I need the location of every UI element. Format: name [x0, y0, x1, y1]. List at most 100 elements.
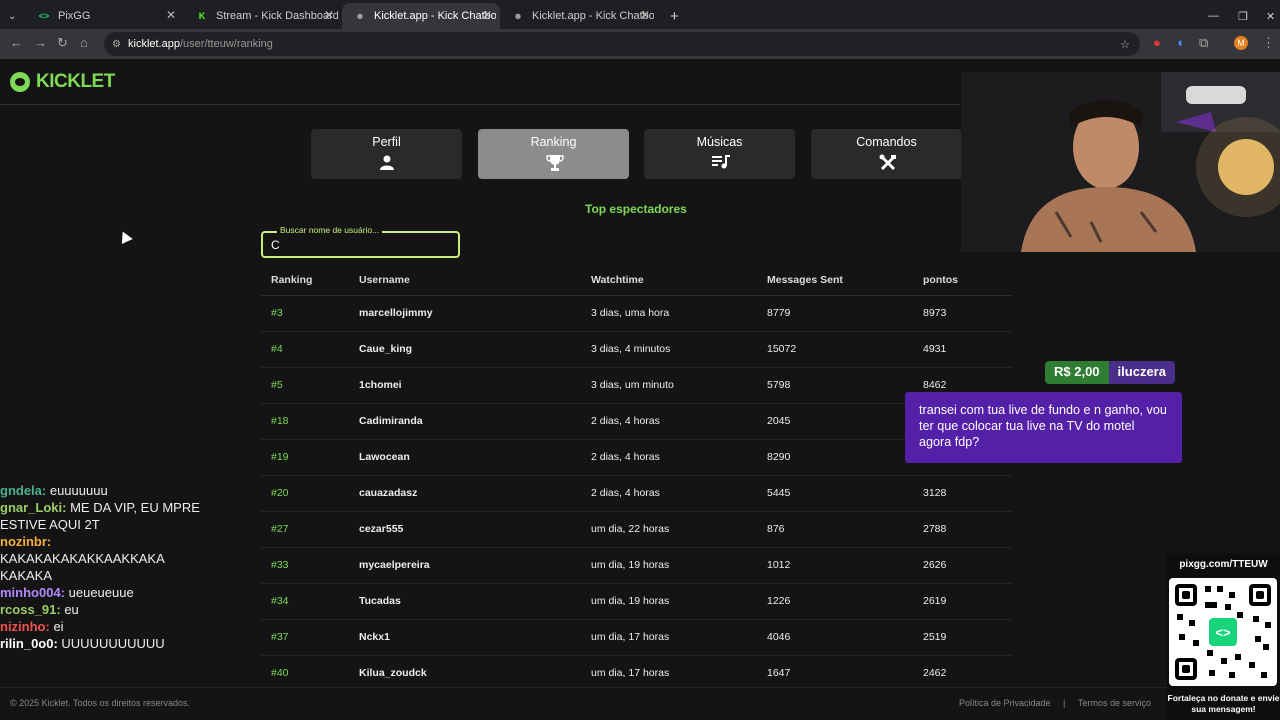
minimize-button[interactable]: — [1196, 3, 1220, 29]
close-icon: ✕ [1266, 10, 1276, 23]
username-search-field[interactable]: Buscar nome de usuário... [261, 225, 460, 258]
chat-username: gnar_Loki: [0, 500, 67, 515]
profile-avatar[interactable]: M [1234, 36, 1248, 50]
chat-message: nozinbr: KAKAKAKAKAKKAAKKAKA KAKAKA [0, 533, 200, 584]
chat-username: minho004: [0, 585, 66, 600]
table-row[interactable]: #20 cauazadasz 2 dias, 4 horas 5445 3128 [261, 476, 1012, 512]
messages-cell: 876 [767, 523, 785, 535]
privacy-link[interactable]: Política de Privacidade [959, 698, 1051, 708]
extensions-puzzle-icon[interactable]: ⧉ [1199, 35, 1208, 51]
username-cell: marcellojimmy [359, 307, 433, 319]
nav-ranking[interactable]: Ranking [478, 129, 629, 179]
kicklet-logo[interactable]: KICKLET [10, 71, 115, 93]
messages-cell: 1012 [767, 559, 791, 571]
reload-icon[interactable]: ↻ [57, 35, 68, 51]
messages-cell: 1226 [767, 595, 791, 607]
watchtime-cell: 2 dias, 4 horas [591, 487, 660, 499]
points-cell: 2462 [923, 667, 947, 679]
chat-message: rcoss_91: eu [0, 601, 200, 618]
kick-favicon-icon: K [198, 11, 206, 21]
close-icon[interactable]: ✕ [482, 8, 492, 22]
close-window-button[interactable]: ✕ [1254, 3, 1278, 29]
terms-link[interactable]: Termos de serviço [1078, 698, 1151, 708]
stream-chat-overlay: gndela: euuuuuuu gnar_Loki: ME DA VIP, EU… [0, 482, 200, 652]
watchtime-cell: um dia, 19 horas [591, 559, 670, 571]
username-cell: cezar555 [359, 523, 404, 535]
svg-text:<>: <> [1215, 625, 1231, 640]
search-label: Buscar nome de usuário... [277, 225, 383, 235]
address-bar[interactable]: ⚙ kicklet.app/user/tteuw/ranking ☆ [104, 32, 1140, 56]
points-cell: 2626 [923, 559, 947, 571]
site-info-icon[interactable]: ⚙ [112, 39, 121, 50]
username-cell: Lawocean [359, 451, 410, 463]
chat-text: ueueueuue [65, 585, 134, 600]
header-messages-sent[interactable]: Messages Sent [767, 274, 843, 286]
close-icon[interactable]: ✕ [166, 8, 176, 22]
points-cell: 4931 [923, 343, 947, 355]
header-ranking[interactable]: Ranking [271, 274, 312, 286]
username-cell: mycaelpereira [359, 559, 430, 571]
forward-arrow-icon[interactable]: → [34, 35, 47, 50]
pix-caption: Fortaleça no donate e envie sua mensagem… [1167, 693, 1280, 714]
table-row[interactable]: #37 Nckx1 um dia, 17 horas 4046 2519 [261, 620, 1012, 656]
footer-separator: | [1063, 698, 1066, 708]
header-username[interactable]: Username [359, 274, 410, 286]
points-cell: 8973 [923, 307, 947, 319]
table-row[interactable]: #34 Tucadas um dia, 19 horas 1226 2619 [261, 584, 1012, 620]
pixgg-favicon-icon: <> [38, 11, 50, 21]
watchtime-cell: um dia, 17 horas [591, 631, 670, 643]
back-arrow-icon[interactable]: ← [10, 35, 23, 50]
extension-audio-icon[interactable]: ◖ [1176, 35, 1184, 50]
header-pontos[interactable]: pontos [923, 274, 958, 286]
table-row[interactable]: #27 cezar555 um dia, 22 horas 876 2788 [261, 512, 1012, 548]
close-icon[interactable]: ✕ [640, 8, 650, 22]
watchtime-cell: 3 dias, uma hora [591, 307, 670, 319]
more-menu-icon[interactable]: ⋮ [1262, 35, 1275, 51]
logo-text: KICKLET [36, 71, 115, 92]
table-row[interactable]: #4 Caue_king 3 dias, 4 minutos 15072 4931 [261, 332, 1012, 368]
section-title: Top espectadores [585, 202, 687, 216]
messages-cell: 5445 [767, 487, 791, 499]
table-row[interactable]: #18Cadimiranda2 dias, 4 horas20454150 [261, 404, 1012, 440]
home-icon[interactable]: ⌂ [80, 35, 88, 50]
chat-message: minho004: ueueueuue [0, 584, 200, 601]
restore-icon: ❐ [1238, 10, 1248, 23]
tab-kick-dashboard[interactable]: K Stream - Kick Dashboard ✕ [184, 3, 342, 29]
tab-search-button[interactable]: ⌄ [0, 3, 28, 29]
table-row[interactable]: #33 mycaelpereira um dia, 19 horas 1012 2626 [261, 548, 1012, 584]
chevron-down-icon: ⌄ [8, 10, 17, 22]
table-header: Ranking Username Watchtime Messages Sent… [261, 265, 1012, 296]
watchtime-cell: um dia, 19 horas [591, 595, 670, 607]
tab-kicklet-active[interactable]: ☻ Kicklet.app - Kick Chatbot and ✕ [342, 3, 500, 29]
donation-user: iluczera [1108, 361, 1175, 384]
nav-label: Comandos [856, 135, 917, 149]
minimize-icon: — [1208, 10, 1219, 22]
nav-perfil[interactable]: Perfil [311, 129, 462, 179]
table-row[interactable]: #19Lawocean2 dias, 4 horas82903679 [261, 440, 1012, 476]
rank-cell: #40 [271, 667, 289, 679]
nav-musicas[interactable]: Músicas [644, 129, 795, 179]
nav-comandos[interactable]: Comandos [811, 129, 962, 179]
tab-kicklet[interactable]: ☻ Kicklet.app - Kick Chatbot and ✕ [500, 3, 658, 29]
header-watchtime[interactable]: Watchtime [591, 274, 644, 286]
table-row[interactable]: #5 1chomei 3 dias, um minuto 5798 8462 [261, 368, 1012, 404]
browser-tab-strip: ⌄ <> PixGG ✕ K Stream - Kick Dashboard ✕… [0, 0, 1280, 29]
tab-pixgg[interactable]: <> PixGG ✕ [26, 3, 184, 29]
username-cell: Nckx1 [359, 631, 390, 643]
close-icon[interactable]: ✕ [324, 8, 334, 22]
donation-amount: R$ 2,00 [1045, 361, 1109, 384]
trophy-icon [545, 154, 564, 171]
search-input[interactable] [271, 238, 451, 252]
star-icon[interactable]: ☆ [1120, 38, 1130, 51]
messages-cell: 4046 [767, 631, 791, 643]
chat-text: KAKAKAKAKAKKAAKKAKA KAKAKA [0, 551, 165, 583]
table-row[interactable]: #3 marcellojimmy 3 dias, uma hora 8779 8973 [261, 296, 1012, 332]
username-cell: Cadimiranda [359, 415, 423, 427]
qr-modules: <> [1177, 586, 1271, 678]
extension-record-icon[interactable]: ● [1153, 35, 1161, 50]
points-cell: 8462 [923, 379, 947, 391]
messages-cell: 5798 [767, 379, 791, 391]
new-tab-button[interactable]: + [658, 3, 688, 29]
kicklet-favicon-icon: ☻ [513, 11, 523, 21]
restore-button[interactable]: ❐ [1226, 3, 1250, 29]
